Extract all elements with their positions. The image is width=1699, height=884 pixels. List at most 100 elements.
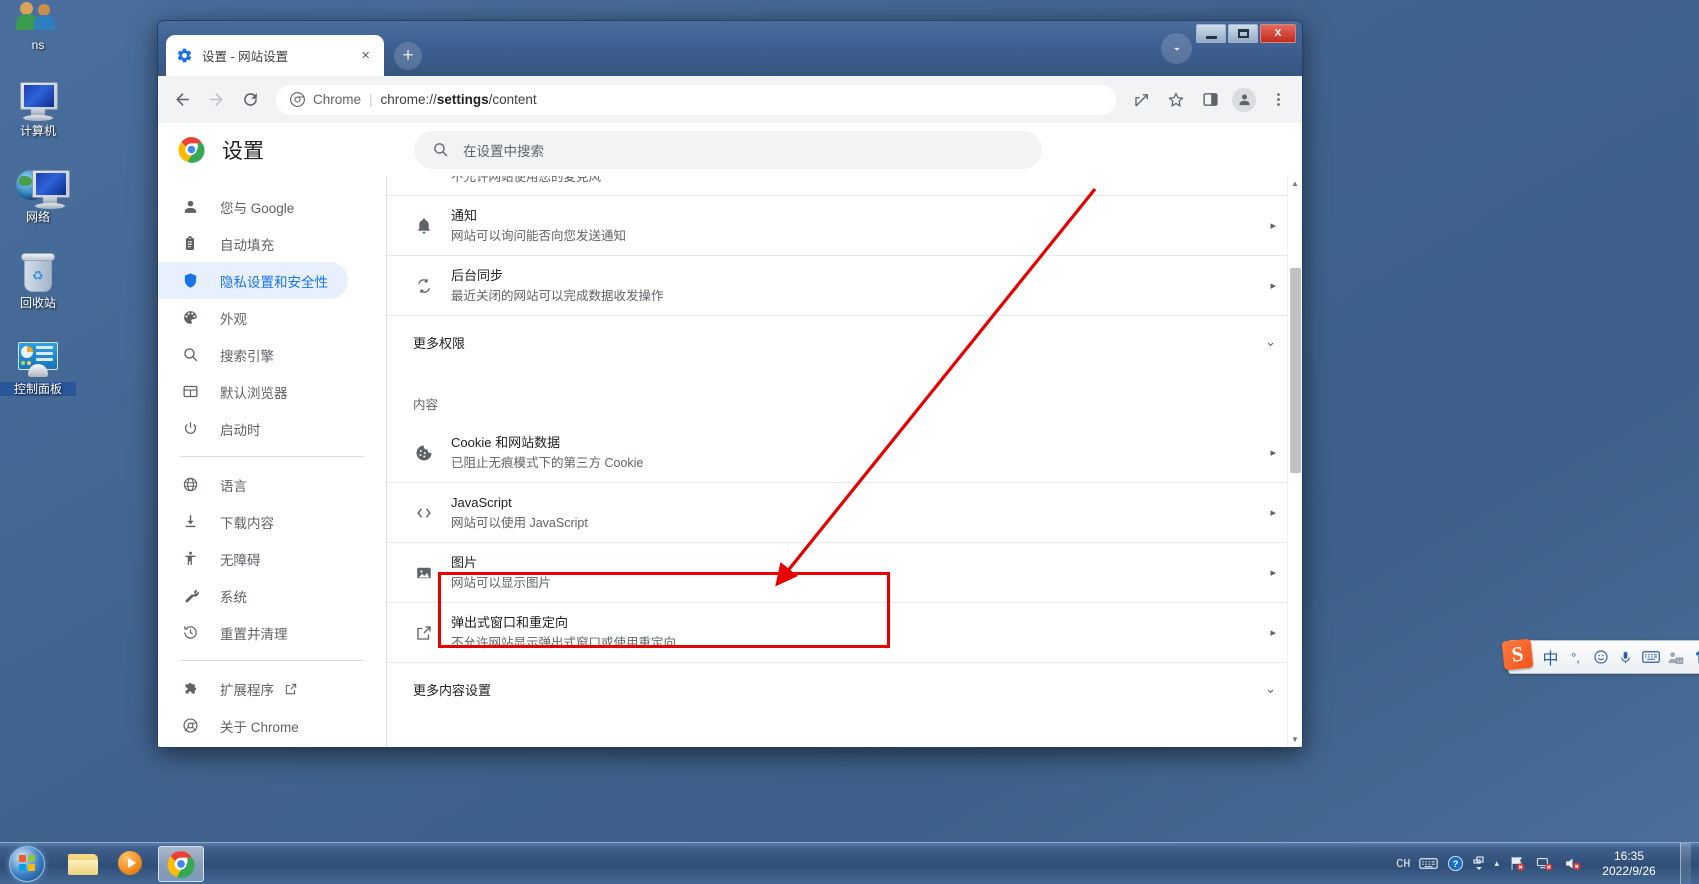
chevron-right-icon[interactable]: ▸ [1270, 506, 1276, 519]
image-icon [413, 564, 435, 582]
scroll-down-arrow-icon[interactable]: ▼ [1288, 732, 1302, 747]
external-link-icon[interactable] [284, 682, 298, 696]
forward-button[interactable] [200, 84, 232, 116]
reload-button[interactable] [234, 84, 266, 116]
back-button[interactable] [166, 84, 198, 116]
section-more-content-settings[interactable]: 更多内容设置 ⌄ [387, 663, 1302, 715]
desktop-icon-label: ns [31, 38, 45, 52]
file-explorer-icon [68, 852, 98, 876]
chevron-right-icon[interactable]: ▸ [1270, 279, 1276, 292]
sidebar-item-languages[interactable]: 语言 [158, 466, 348, 503]
setting-row-cookies[interactable]: Cookie 和网站数据 已阻止无痕模式下的第三方 Cookie ▸ [387, 423, 1302, 483]
taskbar: CH ? ▴ 16:35 2022/9/26 [0, 842, 1699, 884]
desktop-icon-label: 计算机 [19, 124, 56, 138]
setting-row-background-sync[interactable]: 后台同步 最近关闭的网站可以完成数据收发操作 ▸ [387, 256, 1302, 316]
network-error-icon[interactable] [1535, 852, 1554, 876]
chinese-mode-icon[interactable]: 中 [1540, 645, 1561, 669]
keyboard-icon[interactable] [1419, 852, 1439, 876]
sidebar-item-default-browser[interactable]: 默认浏览器 [158, 373, 348, 410]
sidebar-item-downloads[interactable]: 下载内容 [158, 503, 348, 540]
chevron-right-icon[interactable]: ▸ [1270, 566, 1276, 579]
sidebar-item-you-and-google[interactable]: 您与 Google [158, 188, 348, 225]
punctuation-icon[interactable]: °, [1565, 645, 1586, 669]
desktop-icon-computer[interactable]: 计算机 [0, 70, 76, 138]
sidebar-divider [180, 456, 364, 457]
sidebar-item-label: 无障碍 [220, 552, 261, 568]
chevron-down-icon[interactable] [1161, 33, 1192, 64]
side-panel-icon[interactable] [1194, 84, 1226, 116]
sidebar-item-label: 您与 Google [220, 200, 295, 216]
desktop-icon-ns[interactable]: ns [0, 0, 76, 52]
emoji-icon[interactable] [1590, 645, 1611, 669]
desktop-icon-control-panel[interactable]: 控制面板 [0, 328, 76, 396]
profile-avatar-icon[interactable] [1228, 84, 1260, 116]
sidebar-item-label: 语言 [220, 478, 247, 494]
show-desktop-button[interactable] [1680, 842, 1691, 884]
sidebar-item-search-engine[interactable]: 搜索引擎 [158, 336, 348, 373]
setting-row-images[interactable]: 图片 网站可以显示图片 ▸ [387, 543, 1302, 603]
scrollbar-thumb[interactable] [1290, 268, 1301, 473]
new-tab-button[interactable]: + [394, 42, 422, 70]
section-more-permissions[interactable]: 更多权限 ⌄ [387, 316, 1302, 368]
chevron-down-icon[interactable]: ⌄ [1265, 334, 1276, 350]
sidebar-item-on-startup[interactable]: 启动时 [158, 410, 348, 447]
desktop-icon-network[interactable]: 网络 [0, 156, 76, 224]
sogou-logo-icon[interactable]: S [1501, 638, 1534, 671]
page-scrollbar[interactable]: ▲ ▼ [1287, 176, 1302, 747]
sidebar-item-about-chrome[interactable]: 关于 Chrome [158, 707, 348, 744]
sidebar-item-extensions[interactable]: 扩展程序 [158, 670, 348, 707]
sidebar-item-label: 搜索引擎 [220, 348, 274, 364]
volume-muted-icon[interactable] [1563, 852, 1582, 876]
window-title-bar: 设置 - 网站设置 × + X [158, 21, 1302, 76]
sidebar-item-accessibility[interactable]: 无障碍 [158, 540, 348, 577]
desktop-icon-area: ns 计算机 网络 ♻ 回收站 控制面板 [0, 0, 76, 414]
sidebar-item-autofill[interactable]: 自动填充 [158, 225, 348, 262]
minimize-icon[interactable] [1196, 24, 1226, 43]
three-dot-menu-icon[interactable] [1262, 84, 1294, 116]
sidebar-item-reset-cleanup[interactable]: 重置并清理 [158, 614, 348, 651]
desktop-icon-recycle-bin[interactable]: ♻ 回收站 [0, 242, 76, 310]
close-icon[interactable]: × [357, 46, 374, 65]
taskbar-file-explorer[interactable] [60, 846, 106, 882]
clock-time: 16:35 [1613, 848, 1645, 863]
setting-row-notifications[interactable]: 通知 网站可以询问能否向您发送通知 ▸ [387, 196, 1302, 256]
show-hidden-icons-arrow[interactable]: ▴ [1494, 852, 1499, 876]
soft-keyboard-icon[interactable] [1640, 645, 1661, 669]
scroll-up-arrow-icon[interactable]: ▲ [1288, 176, 1302, 191]
skin-icon[interactable] [1690, 645, 1699, 669]
chevron-down-icon[interactable]: ⌄ [1265, 681, 1276, 697]
setting-row-sub: 已阻止无痕模式下的第三方 Cookie [451, 455, 644, 470]
window-controls: X [1196, 24, 1296, 43]
overflow-icon[interactable] [1473, 852, 1485, 876]
sidebar-item-privacy-security[interactable]: 隐私设置和安全性 [158, 262, 348, 299]
taskbar-media-player[interactable] [109, 846, 155, 882]
voice-input-icon[interactable] [1615, 645, 1636, 669]
language-indicator[interactable]: CH [1396, 852, 1410, 876]
maximize-icon[interactable] [1228, 24, 1258, 43]
share-icon[interactable] [1126, 84, 1158, 116]
setting-row-sub: 不允许网站使用您的麦克风 [451, 176, 602, 184]
clock[interactable]: 16:35 2022/9/26 [1591, 849, 1671, 879]
people-icon [0, 0, 76, 36]
taskbar-chrome[interactable] [158, 845, 204, 882]
help-icon[interactable]: ? [1447, 852, 1464, 876]
setting-row-javascript[interactable]: JavaScript 网站可以使用 JavaScript ▸ [387, 483, 1302, 543]
sidebar-item-appearance[interactable]: 外观 [158, 299, 348, 336]
address-bar[interactable]: Chrome | chrome://settings/content [276, 84, 1116, 115]
chevron-right-icon[interactable]: ▸ [1270, 626, 1276, 639]
start-button[interactable] [0, 843, 54, 884]
setting-row-microphone[interactable]: 不允许网站使用您的麦克风 [387, 176, 1302, 196]
close-icon[interactable]: X [1260, 24, 1296, 43]
setting-row-popups-redirects[interactable]: 弹出式窗口和重定向 不允许网站显示弹出式窗口或使用重定向 ▸ [387, 603, 1302, 663]
user-center-icon[interactable]: 24 [1665, 645, 1686, 669]
tab-strip: 设置 - 网站设置 × + [166, 35, 422, 76]
flag-warning-icon[interactable] [1508, 852, 1526, 876]
browser-window-icon [180, 382, 200, 402]
taskbar-pinned-items [60, 845, 204, 882]
chevron-right-icon[interactable]: ▸ [1270, 219, 1276, 232]
tab-settings[interactable]: 设置 - 网站设置 × [166, 35, 384, 76]
star-icon[interactable] [1160, 84, 1192, 116]
search-input[interactable]: 在设置中搜索 [414, 130, 1042, 169]
chevron-right-icon[interactable]: ▸ [1270, 446, 1276, 459]
sidebar-item-system[interactable]: 系统 [158, 577, 348, 614]
